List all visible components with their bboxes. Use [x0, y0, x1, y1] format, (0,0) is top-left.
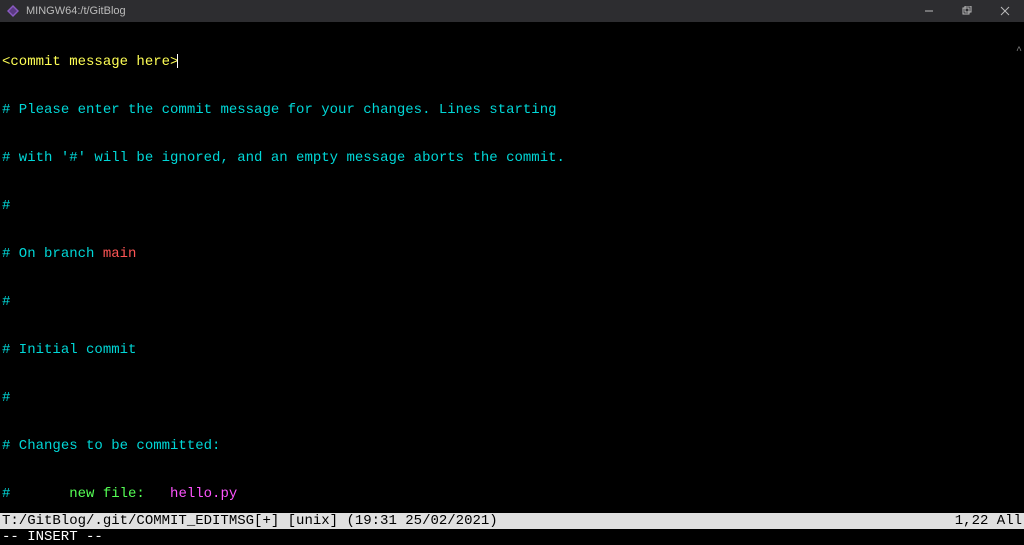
new-file-line: # new file: hello.py — [2, 486, 1022, 502]
titlebar-controls — [910, 0, 1024, 22]
branch-line: # On branch main — [2, 246, 1022, 262]
comment-line: # Please enter the commit message for yo… — [2, 102, 1022, 118]
statusbar-left: T:/GitBlog/.git/COMMIT_EDITMSG[+] [unix]… — [2, 513, 498, 529]
hint-text: with '#' will be ignored, and an empty m… — [10, 150, 565, 166]
hash-mark: # — [2, 294, 10, 310]
editor-area[interactable]: ^ <commit message here> # Please enter t… — [0, 22, 1024, 545]
commit-message-line[interactable]: <commit message here> — [2, 54, 1022, 70]
hint-text: Please enter the commit message for your… — [10, 102, 556, 118]
statusbar: T:/GitBlog/.git/COMMIT_EDITMSG[+] [unix]… — [0, 513, 1024, 529]
branch-name: main — [103, 246, 137, 262]
changes-header-text: Changes to be committed: — [10, 438, 220, 454]
app-icon — [6, 4, 20, 18]
changes-header-line: # Changes to be committed: — [2, 438, 1022, 454]
new-file-indent — [10, 486, 69, 502]
maximize-button[interactable] — [948, 0, 986, 22]
statusbar-right: 1,22 All — [955, 513, 1022, 529]
new-file-label: new file: — [69, 486, 170, 502]
branch-prefix: On branch — [10, 246, 102, 262]
modeline: -- INSERT -- — [0, 529, 1024, 545]
editor-content[interactable]: <commit message here> # Please enter the… — [0, 22, 1024, 513]
comment-line: # — [2, 390, 1022, 406]
new-file-name: hello.py — [170, 486, 237, 502]
comment-line: # — [2, 198, 1022, 214]
commit-message-text: <commit message here> — [2, 54, 178, 70]
text-cursor — [177, 54, 178, 68]
comment-line: # with '#' will be ignored, and an empty… — [2, 150, 1022, 166]
initial-commit-text: Initial commit — [10, 342, 136, 358]
hash-mark: # — [2, 198, 10, 214]
initial-commit-line: # Initial commit — [2, 342, 1022, 358]
minimize-button[interactable] — [910, 0, 948, 22]
scrollbar-up-icon[interactable]: ^ — [1016, 46, 1022, 57]
titlebar: MINGW64:/t/GitBlog — [0, 0, 1024, 22]
mode-text: -- INSERT -- — [2, 529, 103, 545]
comment-line: # — [2, 294, 1022, 310]
hash-mark: # — [2, 390, 10, 406]
close-button[interactable] — [986, 0, 1024, 22]
titlebar-title: MINGW64:/t/GitBlog — [26, 5, 126, 17]
